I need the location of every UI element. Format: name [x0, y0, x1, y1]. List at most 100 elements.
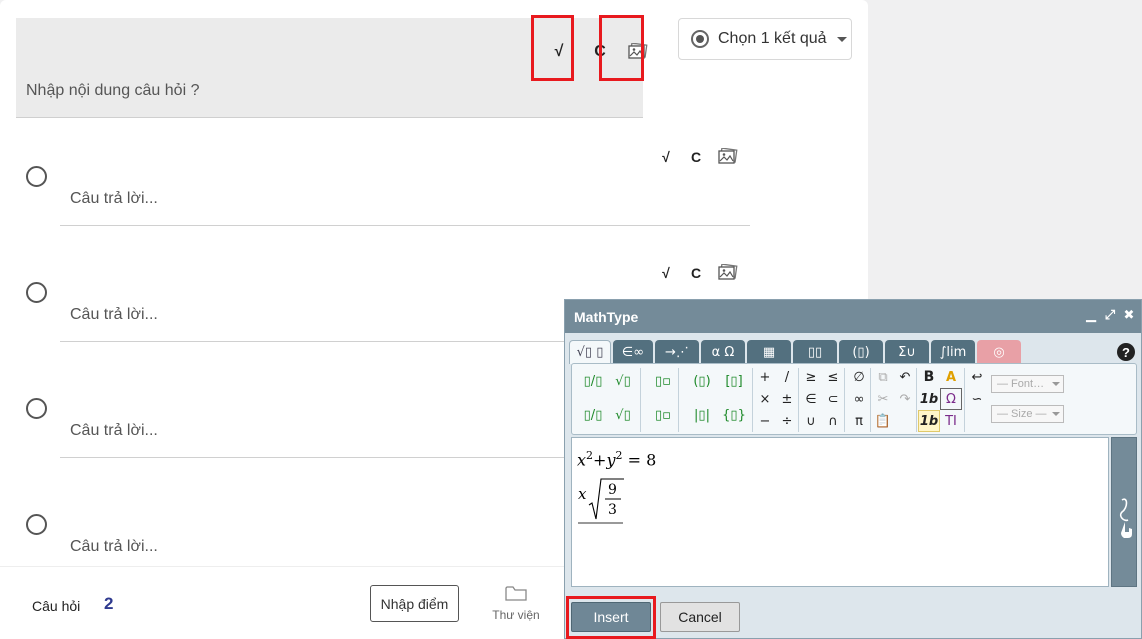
highlight-image: [599, 15, 644, 81]
geq-button[interactable]: ≥: [800, 366, 822, 388]
score-button[interactable]: Nhập điểm: [370, 585, 459, 622]
equation-line-2: x 9 3: [577, 475, 637, 530]
empty-set-button[interactable]: ∅: [848, 366, 870, 388]
arabic-icon[interactable]: ∽: [966, 388, 988, 410]
minimize-icon[interactable]: ▁: [1083, 307, 1099, 323]
minus-button[interactable]: −: [754, 410, 776, 432]
highlight-sqrt: [531, 15, 574, 81]
mathtype-title: MathType: [574, 308, 639, 325]
answer-type-select[interactable]: Chọn 1 kết quả: [678, 18, 852, 60]
size-select-label: — Size —: [997, 408, 1047, 420]
answer-radio[interactable]: [26, 398, 47, 419]
tab-general[interactable]: √▯ ▯: [569, 340, 611, 364]
text-mode-button[interactable]: TI: [940, 410, 962, 432]
rtl-icon[interactable]: ↩: [966, 366, 988, 388]
parentheses-button[interactable]: (▯): [688, 370, 716, 392]
tab-matrices[interactable]: ▦: [747, 340, 791, 364]
help-icon[interactable]: ?: [1117, 343, 1135, 361]
leq-button[interactable]: ≤: [822, 366, 844, 388]
sqrt-button[interactable]: √▯: [612, 370, 634, 392]
maximize-icon[interactable]: ⤢: [1102, 307, 1118, 323]
highlight-insert: [566, 596, 656, 639]
subset-button[interactable]: ⊂: [822, 388, 844, 410]
cut-icon[interactable]: ✂: [872, 388, 894, 410]
absolute-button[interactable]: |▯|: [688, 404, 716, 426]
italic-button[interactable]: 1b: [918, 388, 940, 410]
element-of-button[interactable]: ∈: [800, 388, 822, 410]
tab-arrows[interactable]: →⋰: [655, 340, 699, 364]
formula-editor[interactable]: x2+y2 = 8 x 9 3: [571, 437, 1109, 587]
fraction-button[interactable]: ▯/▯: [582, 370, 604, 392]
answer-item: √ C Câu trả lời...: [0, 138, 760, 254]
question-count: 2: [104, 594, 114, 613]
sqrt-icon[interactable]: √: [655, 146, 677, 168]
c-icon[interactable]: C: [685, 146, 707, 168]
library-label: Thư viện: [492, 608, 540, 622]
answer-input[interactable]: Câu trả lời...: [70, 422, 158, 440]
close-icon[interactable]: ✖: [1121, 307, 1137, 323]
tab-sums[interactable]: Σ∪: [885, 340, 929, 364]
image-icon[interactable]: [717, 146, 739, 168]
bevelled-fraction-button[interactable]: ▯/▯: [582, 404, 604, 426]
handwriting-panel[interactable]: [1111, 437, 1137, 587]
undo-icon[interactable]: ↶: [894, 366, 916, 388]
superscript-button[interactable]: ▯▫: [652, 370, 674, 392]
chevron-down-icon: [1052, 412, 1060, 416]
plus-button[interactable]: +: [754, 366, 776, 388]
eq-numerator: 9: [608, 482, 617, 498]
math-style-button[interactable]: 1b: [918, 410, 940, 432]
equation-line-1: x2+y2 = 8: [577, 449, 657, 470]
tab-scripts[interactable]: ▯▯: [793, 340, 837, 364]
plusminus-button[interactable]: ±: [776, 388, 798, 410]
tab-calculus[interactable]: ∫lim: [931, 340, 975, 364]
answer-input[interactable]: Câu trả lời...: [70, 306, 158, 324]
color-icon[interactable]: A: [940, 366, 962, 388]
slash-button[interactable]: /: [776, 366, 798, 388]
mathtype-dialog: MathType ▁ ⤢ ✖ √▯ ▯ ∈∞ →⋰ α Ω ▦ ▯▯ (▯) Σ…: [564, 299, 1142, 639]
pi-button[interactable]: π: [848, 410, 870, 432]
answer-input[interactable]: Câu trả lời...: [70, 538, 158, 556]
special-char-button[interactable]: Ω: [940, 388, 962, 410]
paste-icon[interactable]: 📋: [872, 410, 894, 432]
answer-underline: [60, 225, 750, 226]
bold-button[interactable]: B: [918, 366, 940, 388]
answer-radio[interactable]: [26, 514, 47, 535]
font-select-label: — Font…: [997, 378, 1045, 390]
eq-x: x: [578, 485, 587, 503]
question-placeholder: Nhập nội dung câu hỏi ?: [26, 82, 200, 99]
tab-contextual[interactable]: ◎: [977, 340, 1021, 364]
intersection-button[interactable]: ∩: [822, 410, 844, 432]
subscript-button[interactable]: ▯▫: [652, 404, 674, 426]
mathtype-tabs: √▯ ▯ ∈∞ →⋰ α Ω ▦ ▯▯ (▯) Σ∪ ∫lim ◎: [569, 340, 1021, 364]
union-button[interactable]: ∪: [800, 410, 822, 432]
times-button[interactable]: ×: [754, 388, 776, 410]
chevron-down-icon: [836, 36, 847, 42]
size-select[interactable]: — Size —: [991, 405, 1064, 423]
answer-radio[interactable]: [26, 166, 47, 187]
nth-root-button[interactable]: √▯: [612, 404, 634, 426]
cancel-button[interactable]: Cancel: [660, 602, 740, 632]
brackets-button[interactable]: [▯]: [720, 370, 748, 392]
answer-radio[interactable]: [26, 282, 47, 303]
answer-input[interactable]: Câu trả lời...: [70, 190, 158, 208]
font-select[interactable]: — Font…: [991, 375, 1064, 393]
chevron-down-icon: [1052, 382, 1060, 386]
folder-icon: [505, 586, 527, 601]
braces-button[interactable]: {▯}: [720, 404, 748, 426]
tab-symbols[interactable]: ∈∞: [613, 340, 653, 364]
sqrt-icon[interactable]: √: [655, 262, 677, 284]
c-icon[interactable]: C: [685, 262, 707, 284]
mathtype-titlebar[interactable]: MathType ▁ ⤢ ✖: [565, 300, 1141, 333]
divide-button[interactable]: ÷: [776, 410, 798, 432]
footer-bar: Câu hỏi 2 Nhập điểm Thư viện: [0, 566, 564, 639]
eq-denominator: 3: [608, 502, 617, 518]
library-button[interactable]: Thư viện: [490, 585, 542, 624]
question-count-label: Câu hỏi: [32, 598, 81, 614]
tab-brackets[interactable]: (▯): [839, 340, 883, 364]
copy-icon[interactable]: ⧉: [872, 366, 894, 388]
image-icon[interactable]: [717, 262, 739, 284]
redo-icon[interactable]: ↷: [894, 388, 916, 410]
answer-type-label: Chọn 1 kết quả: [718, 30, 827, 47]
infinity-button[interactable]: ∞: [848, 388, 870, 410]
tab-greek[interactable]: α Ω: [701, 340, 745, 364]
